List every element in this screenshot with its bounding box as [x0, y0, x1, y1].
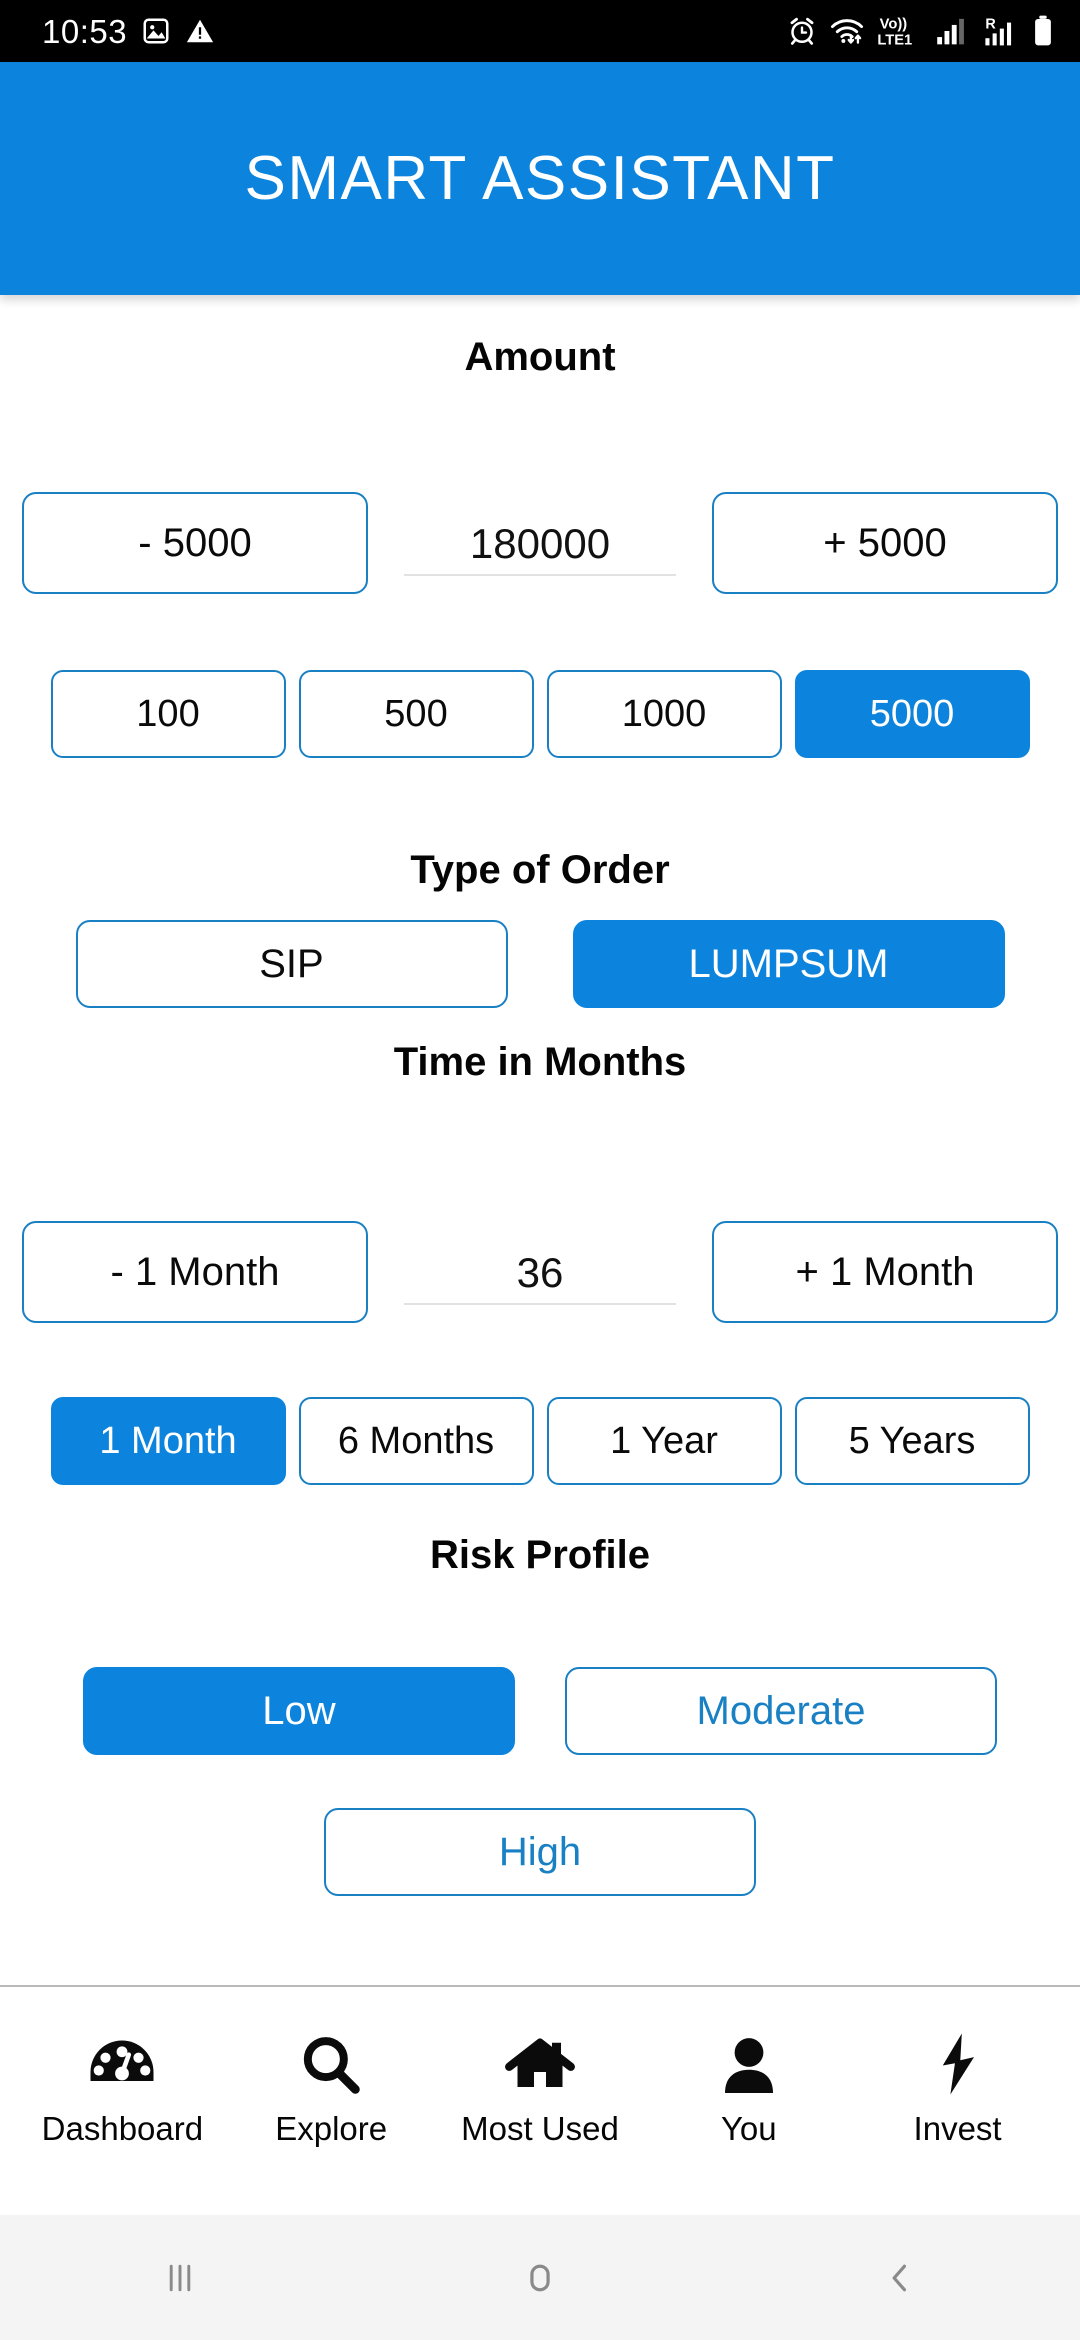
speedometer-icon [86, 2024, 158, 2096]
risk-options-row-1: Low Moderate [0, 1667, 1080, 1755]
nav-item-dashboard[interactable]: Dashboard [22, 2024, 222, 2148]
app-bar: SMART ASSISTANT [0, 62, 1080, 295]
amount-chip-500[interactable]: 500 [298, 670, 534, 758]
status-bar-clock: 10:53 [42, 12, 128, 50]
risk-title: Risk Profile [429, 1533, 651, 1577]
amount-input[interactable]: 180000 [404, 520, 676, 574]
time-value-wrapper: 36 [404, 1221, 676, 1323]
wifi-icon [830, 19, 864, 44]
svg-text:R: R [985, 17, 996, 33]
risk-section: Risk Profile [0, 1533, 1080, 1578]
amount-section: Amount [0, 335, 1080, 380]
system-navigation-bar [0, 2215, 1080, 2340]
page-title: SMART ASSISTANT [244, 144, 836, 213]
time-chip-row: 1 Month 6 Months 1 Year 5 Years [0, 1397, 1080, 1485]
volte1-icon: Vo)) LTE1 [877, 17, 912, 48]
nav-item-invest[interactable]: Invest [858, 2024, 1058, 2148]
home-button[interactable] [480, 2238, 600, 2318]
nav-item-explore[interactable]: Explore [231, 2024, 431, 2148]
time-chip-1-month[interactable]: 1 Month [50, 1397, 286, 1485]
nav-item-you[interactable]: You [649, 2024, 849, 2148]
recents-button[interactable] [120, 2238, 240, 2318]
order-type-title: Type of Order [410, 848, 670, 892]
time-input-underline [404, 1303, 676, 1305]
status-bar-right: Vo)) LTE1 R [787, 14, 1054, 48]
time-input[interactable]: 36 [404, 1249, 676, 1303]
amount-increment-button[interactable]: + 5000 [712, 492, 1058, 594]
order-type-section: Type of Order [0, 848, 1080, 893]
time-title: Time in Months [393, 1040, 687, 1084]
order-type-options: SIP LUMPSUM [0, 920, 1080, 1008]
amount-title: Amount [464, 335, 616, 379]
amount-chip-row: 100 500 1000 5000 [0, 670, 1080, 758]
search-icon [297, 2024, 365, 2096]
nav-label-explore: Explore [275, 2110, 388, 2147]
order-type-sip-button[interactable]: SIP [75, 920, 508, 1008]
main-content: Amount - 5000 180000 + 5000 100 500 1000… [0, 295, 1080, 1985]
nav-label-you: You [720, 2110, 777, 2147]
status-bar: 10:53 Vo)) LTE1 R [0, 0, 1080, 62]
back-button[interactable] [840, 2238, 960, 2318]
nav-label-dashboard: Dashboard [41, 2110, 204, 2147]
risk-low-button[interactable]: Low [83, 1667, 515, 1755]
nav-label-most-used: Most Used [461, 2110, 619, 2147]
amount-stepper: - 5000 180000 + 5000 [0, 492, 1080, 594]
home-icon [505, 2024, 575, 2096]
nav-item-most-used[interactable]: Most Used [440, 2024, 640, 2148]
risk-options-row-2: High [0, 1808, 1080, 1896]
amount-value-wrapper: 180000 [404, 492, 676, 594]
amount-decrement-button[interactable]: - 5000 [22, 492, 368, 594]
order-type-lumpsum-button[interactable]: LUMPSUM [572, 920, 1005, 1008]
time-chip-5-years[interactable]: 5 Years [794, 1397, 1030, 1485]
bottom-navigation: Dashboard Explore Most Used You Invest [0, 1985, 1080, 2185]
risk-high-button[interactable]: High [324, 1808, 756, 1896]
amount-input-underline [404, 574, 676, 576]
alarm-icon [790, 17, 814, 45]
image-icon [143, 18, 169, 44]
signal-icon [937, 18, 964, 45]
risk-moderate-button[interactable]: Moderate [565, 1667, 997, 1755]
battery-icon [1035, 15, 1051, 46]
time-stepper: - 1 Month 36 + 1 Month [0, 1221, 1080, 1323]
phone-screen: 10:53 Vo)) LTE1 R SMART ASSISTANT Amount… [0, 0, 1080, 2340]
lightning-bolt-icon [935, 2024, 981, 2096]
time-increment-button[interactable]: + 1 Month [712, 1221, 1058, 1323]
time-chip-1-year[interactable]: 1 Year [546, 1397, 782, 1485]
time-section: Time in Months [0, 1040, 1080, 1085]
svg-text:Vo)): Vo)) [880, 17, 908, 33]
person-icon [720, 2024, 778, 2096]
warning-icon [186, 19, 214, 43]
amount-chip-5000[interactable]: 5000 [794, 670, 1030, 758]
svg-text:LTE1: LTE1 [877, 33, 912, 48]
status-bar-left: 10:53 [42, 15, 215, 48]
time-chip-6-months[interactable]: 6 Months [298, 1397, 534, 1485]
roaming-signal-icon: R [985, 17, 1012, 46]
time-decrement-button[interactable]: - 1 Month [22, 1221, 368, 1323]
amount-chip-1000[interactable]: 1000 [546, 670, 782, 758]
amount-chip-100[interactable]: 100 [50, 670, 286, 758]
nav-label-invest: Invest [913, 2110, 1002, 2147]
